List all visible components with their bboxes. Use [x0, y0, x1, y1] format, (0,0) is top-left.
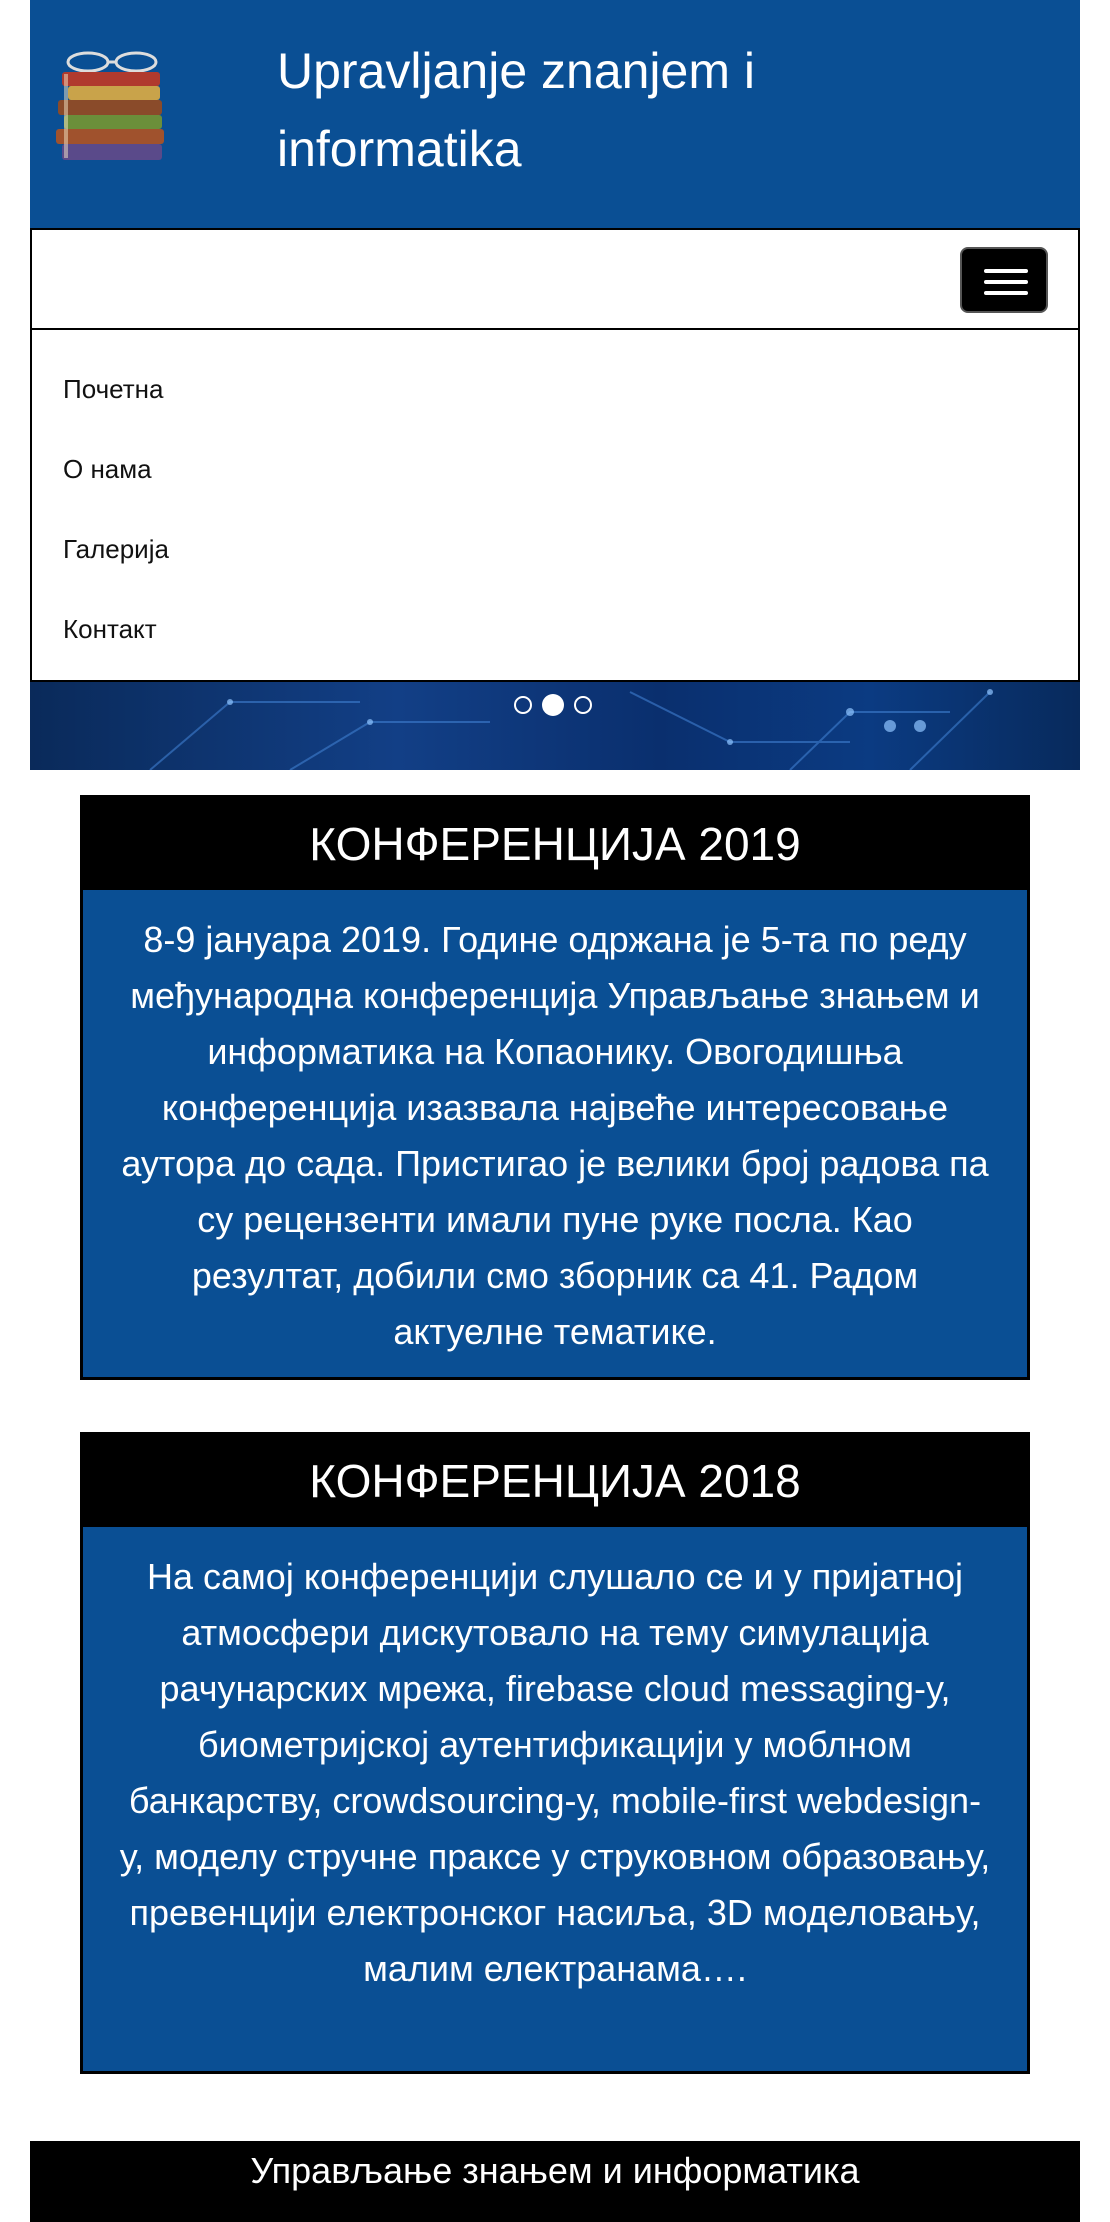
hamburger-icon-line [984, 280, 1028, 284]
conference-card-2019: КОНФЕРЕНЦИЈА 2019 8-9 јануара 2019. Годи… [80, 795, 1030, 1380]
carousel-indicator-1[interactable] [514, 696, 532, 714]
card-title: КОНФЕРЕНЦИЈА 2019 [83, 798, 1027, 890]
books-logo[interactable] [48, 48, 178, 188]
carousel-indicator-2-active[interactable] [542, 694, 564, 716]
site-footer: Управљање знањем и информатика [30, 2141, 1080, 2222]
conference-card-2018: КОНФЕРЕНЦИЈА 2018 На самој конференцији … [80, 1432, 1030, 2074]
site-header: Upravljanje znanjem i informatika [30, 0, 1080, 228]
nav-menu: Почетна О нама Галерија Контакт [30, 330, 1080, 682]
card-body: На самој конференцији слушало се и у при… [119, 1556, 991, 1989]
hero-carousel[interactable] [30, 682, 1080, 770]
hamburger-icon-line [984, 291, 1028, 295]
carousel-indicator-3[interactable] [574, 696, 592, 714]
nav-item-about[interactable]: О нама [63, 454, 152, 485]
card-body: 8-9 јануара 2019. Године одржана је 5-та… [121, 919, 989, 1352]
hamburger-icon-line [984, 269, 1028, 273]
nav-item-contact[interactable]: Контакт [63, 614, 157, 645]
card-title: КОНФЕРЕНЦИЈА 2018 [83, 1435, 1027, 1527]
navbar-toggler-button[interactable] [960, 247, 1048, 313]
nav-item-gallery[interactable]: Галерија [63, 534, 169, 565]
site-title[interactable]: Upravljanje znanjem i informatika [277, 32, 977, 188]
navbar [30, 228, 1080, 330]
nav-item-home[interactable]: Почетна [63, 374, 163, 405]
